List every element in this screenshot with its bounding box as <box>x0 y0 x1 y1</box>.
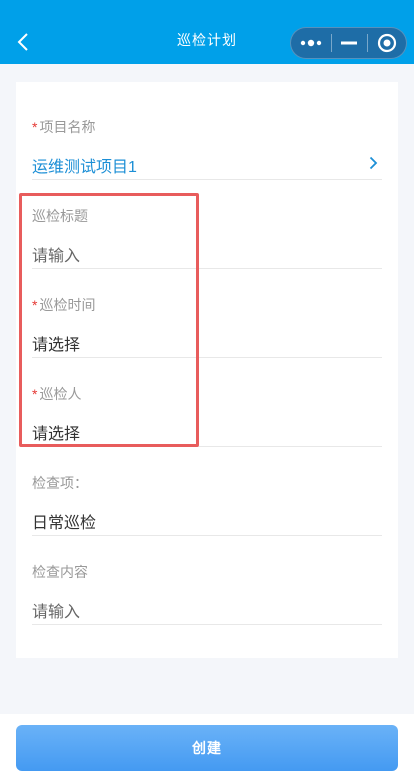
minimize-button[interactable] <box>332 28 368 58</box>
minus-icon <box>341 41 358 45</box>
chevron-right-icon <box>369 156 377 170</box>
check-content-label: 检查内容 <box>32 564 88 580</box>
more-dots-icon <box>300 39 322 47</box>
target-circle-icon <box>378 33 397 53</box>
required-mark: * <box>32 119 38 135</box>
form-card: * 项目名称 运维测试项目1 巡检标题 请输入 * 巡检时间 请选择 * 巡检人 请选… <box>16 82 398 658</box>
project-value[interactable]: 运维测试项目1 <box>32 153 137 177</box>
project-label: * 项目名称 <box>32 119 96 135</box>
navigation-bar: 巡检计划 <box>0 0 414 64</box>
inspector-label: * 巡检人 <box>32 386 82 402</box>
check-content-input[interactable]: 请输入 <box>32 598 80 622</box>
miniprogram-capsule <box>290 27 407 59</box>
check-item-label: 检查项： <box>32 475 88 491</box>
required-mark: * <box>32 297 38 313</box>
more-button[interactable] <box>291 28 331 58</box>
inspection-title-label: 巡检标题 <box>32 208 88 224</box>
inspection-time-field[interactable]: * 巡检时间 请选择 <box>32 269 382 358</box>
required-mark: * <box>32 386 38 402</box>
inspection-title-field[interactable]: 巡检标题 请输入 <box>32 180 382 269</box>
check-item-value[interactable]: 日常巡检 <box>32 509 96 533</box>
create-button[interactable]: 创建 <box>16 725 398 771</box>
inspector-picker[interactable]: 请选择 <box>32 420 80 444</box>
project-field[interactable]: * 项目名称 运维测试项目1 <box>32 91 382 180</box>
inspection-time-picker[interactable]: 请选择 <box>32 331 80 355</box>
project-chevron[interactable] <box>366 153 380 173</box>
check-content-field[interactable]: 检查内容 请输入 <box>32 536 382 625</box>
check-item-field[interactable]: 检查项： 日常巡检 <box>32 447 382 536</box>
inspection-time-label: * 巡检时间 <box>32 297 96 313</box>
close-miniprogram-button[interactable] <box>368 28 406 58</box>
inspection-title-input[interactable]: 请输入 <box>32 242 80 266</box>
bottom-action-bar: 创建 <box>0 714 414 780</box>
inspector-field[interactable]: * 巡检人 请选择 <box>32 358 382 447</box>
